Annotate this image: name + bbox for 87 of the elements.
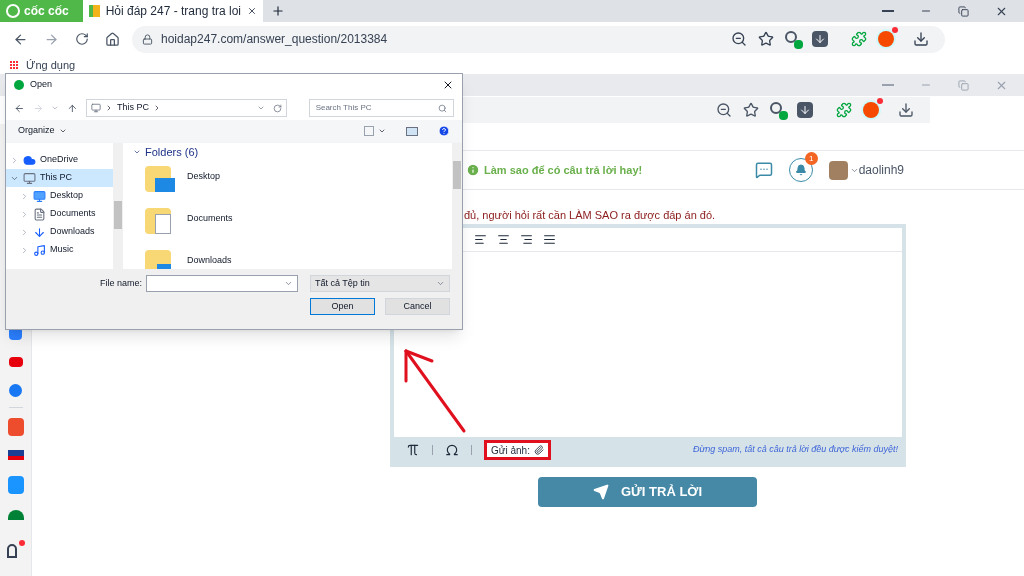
submit-button[interactable]: GỬI TRẢ LỜI bbox=[538, 477, 757, 507]
music-note-icon bbox=[33, 243, 46, 257]
dialog-title: Open bbox=[30, 78, 53, 92]
dialog-button[interactable]: Cancel bbox=[385, 298, 450, 315]
align-center-icon[interactable] bbox=[497, 233, 510, 246]
help-icon[interactable] bbox=[438, 125, 450, 137]
tree-item[interactable]: Desktop bbox=[6, 187, 113, 205]
folder-name[interactable]: Downloads bbox=[187, 253, 232, 267]
caret-icon bbox=[436, 279, 445, 288]
preview-pane-icon[interactable] bbox=[406, 126, 418, 136]
upload-image-button[interactable]: Gửi ảnh: bbox=[484, 440, 551, 460]
site-logo-icon bbox=[89, 5, 100, 17]
align-left-icon[interactable] bbox=[474, 233, 487, 246]
restore-icon[interactable] bbox=[958, 5, 969, 17]
folder-icon bbox=[145, 163, 175, 194]
username[interactable]: daolinh9 bbox=[858, 161, 904, 179]
file-name-field[interactable] bbox=[146, 275, 298, 292]
puzzle-icon[interactable] bbox=[836, 102, 852, 118]
caret-icon bbox=[284, 279, 293, 288]
notification-badge: 1 bbox=[804, 152, 818, 165]
folder-name[interactable]: Documents bbox=[187, 211, 233, 225]
hint-text: Làm sao để có câu trả lời hay! bbox=[484, 162, 643, 178]
download-box-icon[interactable] bbox=[797, 102, 813, 118]
close-tab-icon[interactable] bbox=[247, 5, 257, 17]
monitor-icon bbox=[90, 103, 101, 113]
reload-icon[interactable] bbox=[75, 32, 89, 46]
refresh-icon[interactable] bbox=[272, 103, 282, 113]
close-icon[interactable] bbox=[442, 79, 454, 91]
tree-item[interactable]: Downloads bbox=[6, 223, 113, 241]
scrollbar[interactable] bbox=[113, 143, 123, 269]
zoom-out-icon[interactable] bbox=[731, 31, 747, 47]
down-arrow-icon bbox=[33, 225, 46, 239]
align-right-icon[interactable] bbox=[520, 233, 533, 246]
bookmark-item[interactable]: Ứng dụng bbox=[10, 56, 76, 74]
star-icon[interactable] bbox=[743, 102, 759, 118]
folder-name[interactable]: Desktop bbox=[187, 169, 221, 183]
download-box-icon[interactable] bbox=[812, 31, 828, 47]
view-options-icon[interactable] bbox=[364, 126, 374, 136]
organize-menu[interactable]: Organize bbox=[18, 124, 67, 138]
footer-note: Đừng spam, tất cả câu trả lời đều được kiểm duyệt! bbox=[693, 443, 898, 457]
paperclip-icon bbox=[533, 445, 544, 455]
lock-icon bbox=[142, 33, 153, 45]
justify-icon[interactable] bbox=[543, 233, 556, 246]
file-type-dropdown[interactable]: Tất cả Tệp tin bbox=[310, 275, 450, 292]
new-tab-icon[interactable] bbox=[271, 4, 285, 18]
bell-icon bbox=[794, 164, 807, 176]
tree-item[interactable]: OneDrive bbox=[6, 151, 113, 169]
back-icon[interactable] bbox=[14, 102, 25, 114]
home-icon[interactable] bbox=[105, 31, 120, 47]
caret-icon bbox=[58, 127, 67, 135]
download-icon[interactable] bbox=[898, 102, 914, 118]
file-name-label: File name: bbox=[99, 276, 142, 290]
tree-item[interactable]: Music bbox=[6, 241, 113, 259]
monitor-icon bbox=[23, 171, 36, 185]
document-icon bbox=[33, 207, 46, 221]
download-icon[interactable] bbox=[913, 31, 929, 47]
omega-icon[interactable] bbox=[445, 443, 459, 457]
pi-icon[interactable] bbox=[406, 443, 420, 457]
cloud-icon bbox=[23, 153, 36, 167]
history-dropdown-icon[interactable] bbox=[256, 104, 265, 112]
forward-icon[interactable] bbox=[44, 31, 59, 47]
back-icon[interactable] bbox=[13, 31, 28, 47]
zoom-out-icon[interactable] bbox=[716, 102, 732, 118]
send-icon bbox=[592, 484, 609, 500]
url-text[interactable]: hoidap247.com/answer_question/2013384 bbox=[161, 30, 388, 48]
instruction-text: đủ, người hỏi rất cần LÀM SAO ra được đáp án đó. bbox=[464, 209, 716, 221]
browser-tab[interactable]: Hỏi đáp 247 - trang tra loi bbox=[83, 0, 263, 22]
tree-item[interactable]: Documents bbox=[6, 205, 113, 223]
search-icon[interactable] bbox=[438, 103, 447, 113]
tree-item[interactable]: This PC bbox=[6, 169, 113, 187]
chat-icon[interactable] bbox=[754, 161, 773, 179]
scrollbar[interactable] bbox=[452, 143, 462, 269]
breadcrumb-item[interactable]: This PC bbox=[116, 101, 149, 115]
dialog-button[interactable]: Open bbox=[310, 298, 375, 315]
monitor-icon bbox=[33, 189, 46, 203]
info-icon bbox=[466, 163, 480, 177]
address-field[interactable]: This PC bbox=[85, 99, 287, 117]
up-icon[interactable] bbox=[67, 102, 78, 114]
address-bar[interactable]: hoidap247.com/answer_question/2013384 bbox=[132, 25, 945, 53]
avatar bbox=[828, 160, 848, 180]
view-dropdown-icon[interactable] bbox=[378, 127, 386, 135]
search-field[interactable]: Search This PC bbox=[308, 99, 454, 117]
section-heading: Folders (6) bbox=[145, 145, 199, 160]
tv-logo-icon[interactable] bbox=[7, 450, 24, 460]
star-icon[interactable] bbox=[758, 31, 774, 47]
puzzle-icon[interactable] bbox=[851, 31, 867, 47]
app-logo-icon bbox=[14, 80, 24, 90]
